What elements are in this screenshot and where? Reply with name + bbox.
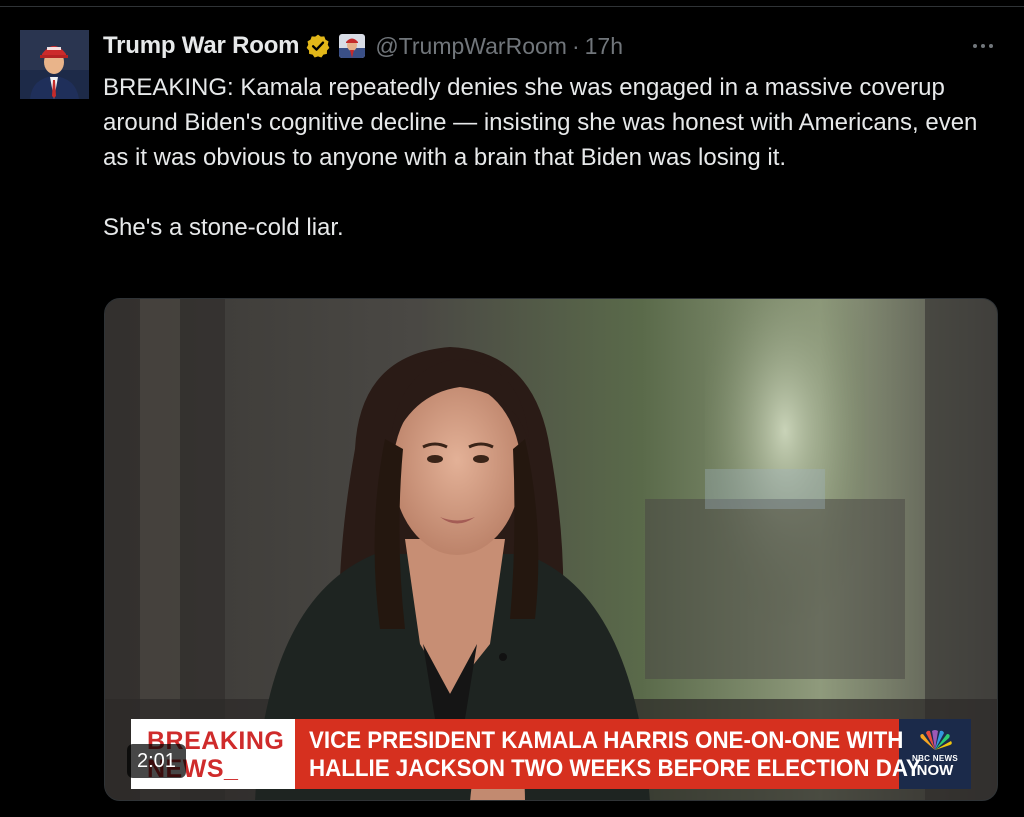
news-chyron: BREAKING NEWS_ VICE PRESIDENT KAMALA HAR… [131,719,971,789]
author-handle[interactable]: @TrumpWarRoom [375,33,567,60]
verified-badge-icon[interactable] [305,33,331,59]
more-horizontal-icon[interactable] [966,32,1000,60]
top-divider [0,6,1024,7]
video-player[interactable]: BREAKING NEWS_ VICE PRESIDENT KAMALA HAR… [104,298,998,801]
chyron-headline: VICE PRESIDENT KAMALA HARRIS ONE-ON-ONE … [295,719,921,789]
tweet-paragraph: BREAKING: Kamala repeatedly denies she w… [103,74,978,171]
timestamp[interactable]: 17h [585,33,623,60]
avatar[interactable] [20,30,89,99]
chyron-line2: HALLIE JACKSON TWO WEEKS BEFORE ELECTION… [309,755,921,782]
meta-separator: · [571,32,580,59]
network-sub: NOW [916,762,954,779]
display-name[interactable]: Trump War Room [103,32,300,60]
chyron-line1: VICE PRESIDENT KAMALA HARRIS ONE-ON-ONE … [309,727,904,754]
affiliate-badge-icon[interactable] [339,34,366,58]
video-duration: 2:01 [127,744,186,778]
peacock-icon [920,730,952,750]
tweet-body: BREAKING: Kamala repeatedly denies she w… [103,70,993,245]
tweet-header: Trump War Room @TrumpWarRoom · 17h [103,30,623,62]
tweet-paragraph: She's a stone-cold liar. [103,214,344,241]
